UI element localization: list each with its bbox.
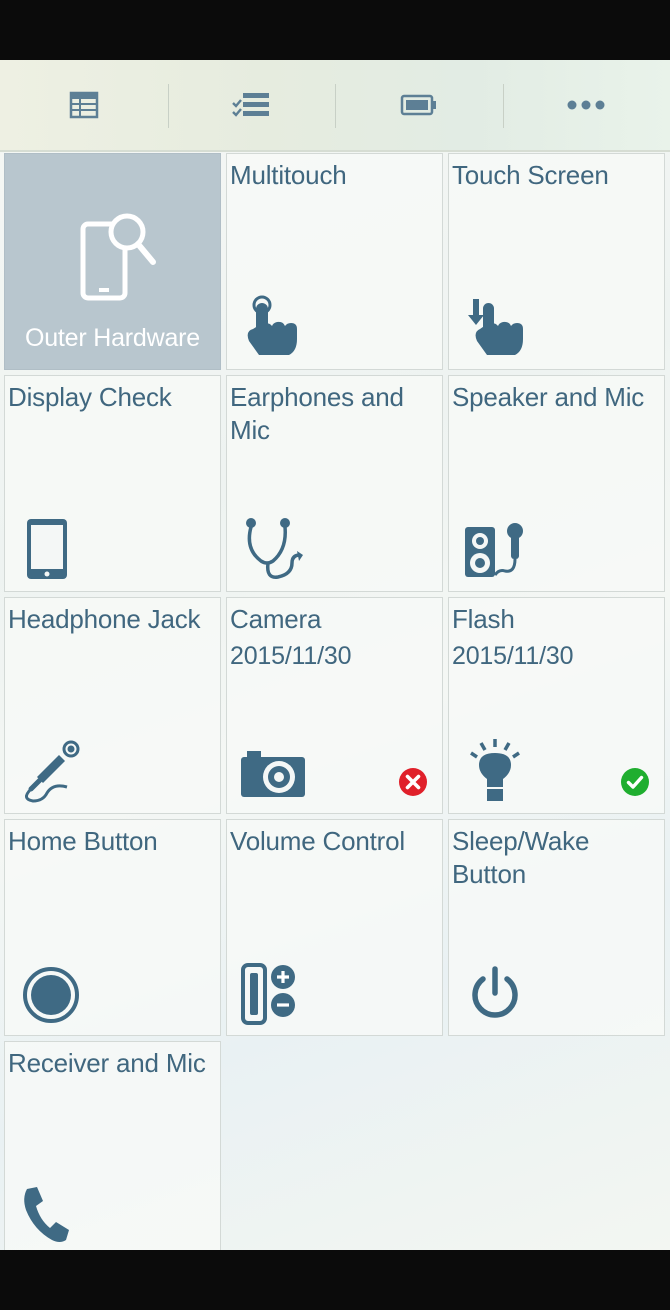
tile-title: Flash: [452, 604, 515, 634]
tile-display-check[interactable]: Display Check: [4, 375, 221, 592]
test-grid: Outer Hardware Multitouch Touch Screen D…: [4, 153, 668, 1250]
pass-icon: [621, 768, 649, 796]
tile-multitouch[interactable]: Multitouch: [226, 153, 443, 370]
top-toolbar: [0, 60, 670, 152]
table-icon: [69, 91, 98, 119]
tab-table[interactable]: [0, 60, 168, 150]
tile-earphones-and-mic[interactable]: Earphones and Mic: [226, 375, 443, 592]
speaker-mic-icon: [465, 523, 523, 577]
status-bar: [0, 0, 670, 60]
headphone-jack-icon: [25, 740, 80, 803]
tile-camera[interactable]: Camera 2015/11/30: [226, 597, 443, 814]
tile-receiver-and-mic[interactable]: Receiver and Mic: [4, 1041, 221, 1250]
tile-label: Earphones and Mic: [230, 382, 404, 445]
flash-icon: [470, 739, 520, 801]
tile-outer-hardware[interactable]: Outer Hardware: [4, 153, 221, 370]
camera-icon: [241, 751, 305, 797]
fail-icon: [399, 768, 427, 796]
tile-label: Touch Screen: [452, 160, 609, 190]
tile-flash[interactable]: Flash 2015/11/30: [448, 597, 665, 814]
display-icon: [27, 519, 67, 579]
tile-label: Speaker and Mic: [452, 382, 645, 412]
tile-title: Camera: [230, 604, 322, 634]
tile-label: Outer Hardware: [24, 324, 201, 352]
earphones-icon: [246, 518, 303, 579]
volume-control-icon: [241, 963, 295, 1025]
tile-home-button[interactable]: Home Button: [4, 819, 221, 1036]
tile-label: Headphone Jack: [8, 604, 201, 634]
checklist-icon: [232, 93, 270, 117]
tile-label: Home Button: [8, 826, 158, 856]
phone-search-icon: [80, 213, 156, 301]
battery-icon: [400, 94, 436, 116]
tile-speaker-and-mic[interactable]: Speaker and Mic: [448, 375, 665, 592]
tile-label: Display Check: [8, 382, 172, 412]
tile-touch-screen[interactable]: Touch Screen: [448, 153, 665, 370]
app-screen: Outer Hardware Multitouch Touch Screen D…: [0, 60, 670, 1250]
tile-date: 2015/11/30: [452, 642, 574, 670]
more-icon: [567, 100, 605, 110]
tile-sleep-wake-button[interactable]: Sleep/Wake Button: [448, 819, 665, 1036]
tile-label: Volume Control: [230, 826, 405, 856]
tile-label: Sleep/Wake Button: [452, 826, 590, 889]
phone-receiver-icon: [24, 1187, 69, 1242]
tab-more[interactable]: [502, 60, 670, 150]
home-button-icon: [23, 967, 79, 1023]
tab-battery[interactable]: [335, 60, 503, 150]
tile-date: 2015/11/30: [230, 642, 352, 670]
tile-label: Multitouch: [230, 160, 347, 190]
tile-headphone-jack[interactable]: Headphone Jack: [4, 597, 221, 814]
power-icon: [472, 966, 518, 1018]
tile-label: Receiver and Mic: [8, 1048, 206, 1078]
tile-volume-control[interactable]: Volume Control: [226, 819, 443, 1036]
tile-label: Flash 2015/11/30: [452, 603, 660, 673]
touch-screen-icon: [468, 299, 523, 355]
tile-label: Camera 2015/11/30: [230, 603, 438, 673]
tab-checklist[interactable]: [167, 60, 336, 150]
multitouch-icon: [247, 295, 297, 355]
navigation-bar: [0, 1250, 670, 1310]
